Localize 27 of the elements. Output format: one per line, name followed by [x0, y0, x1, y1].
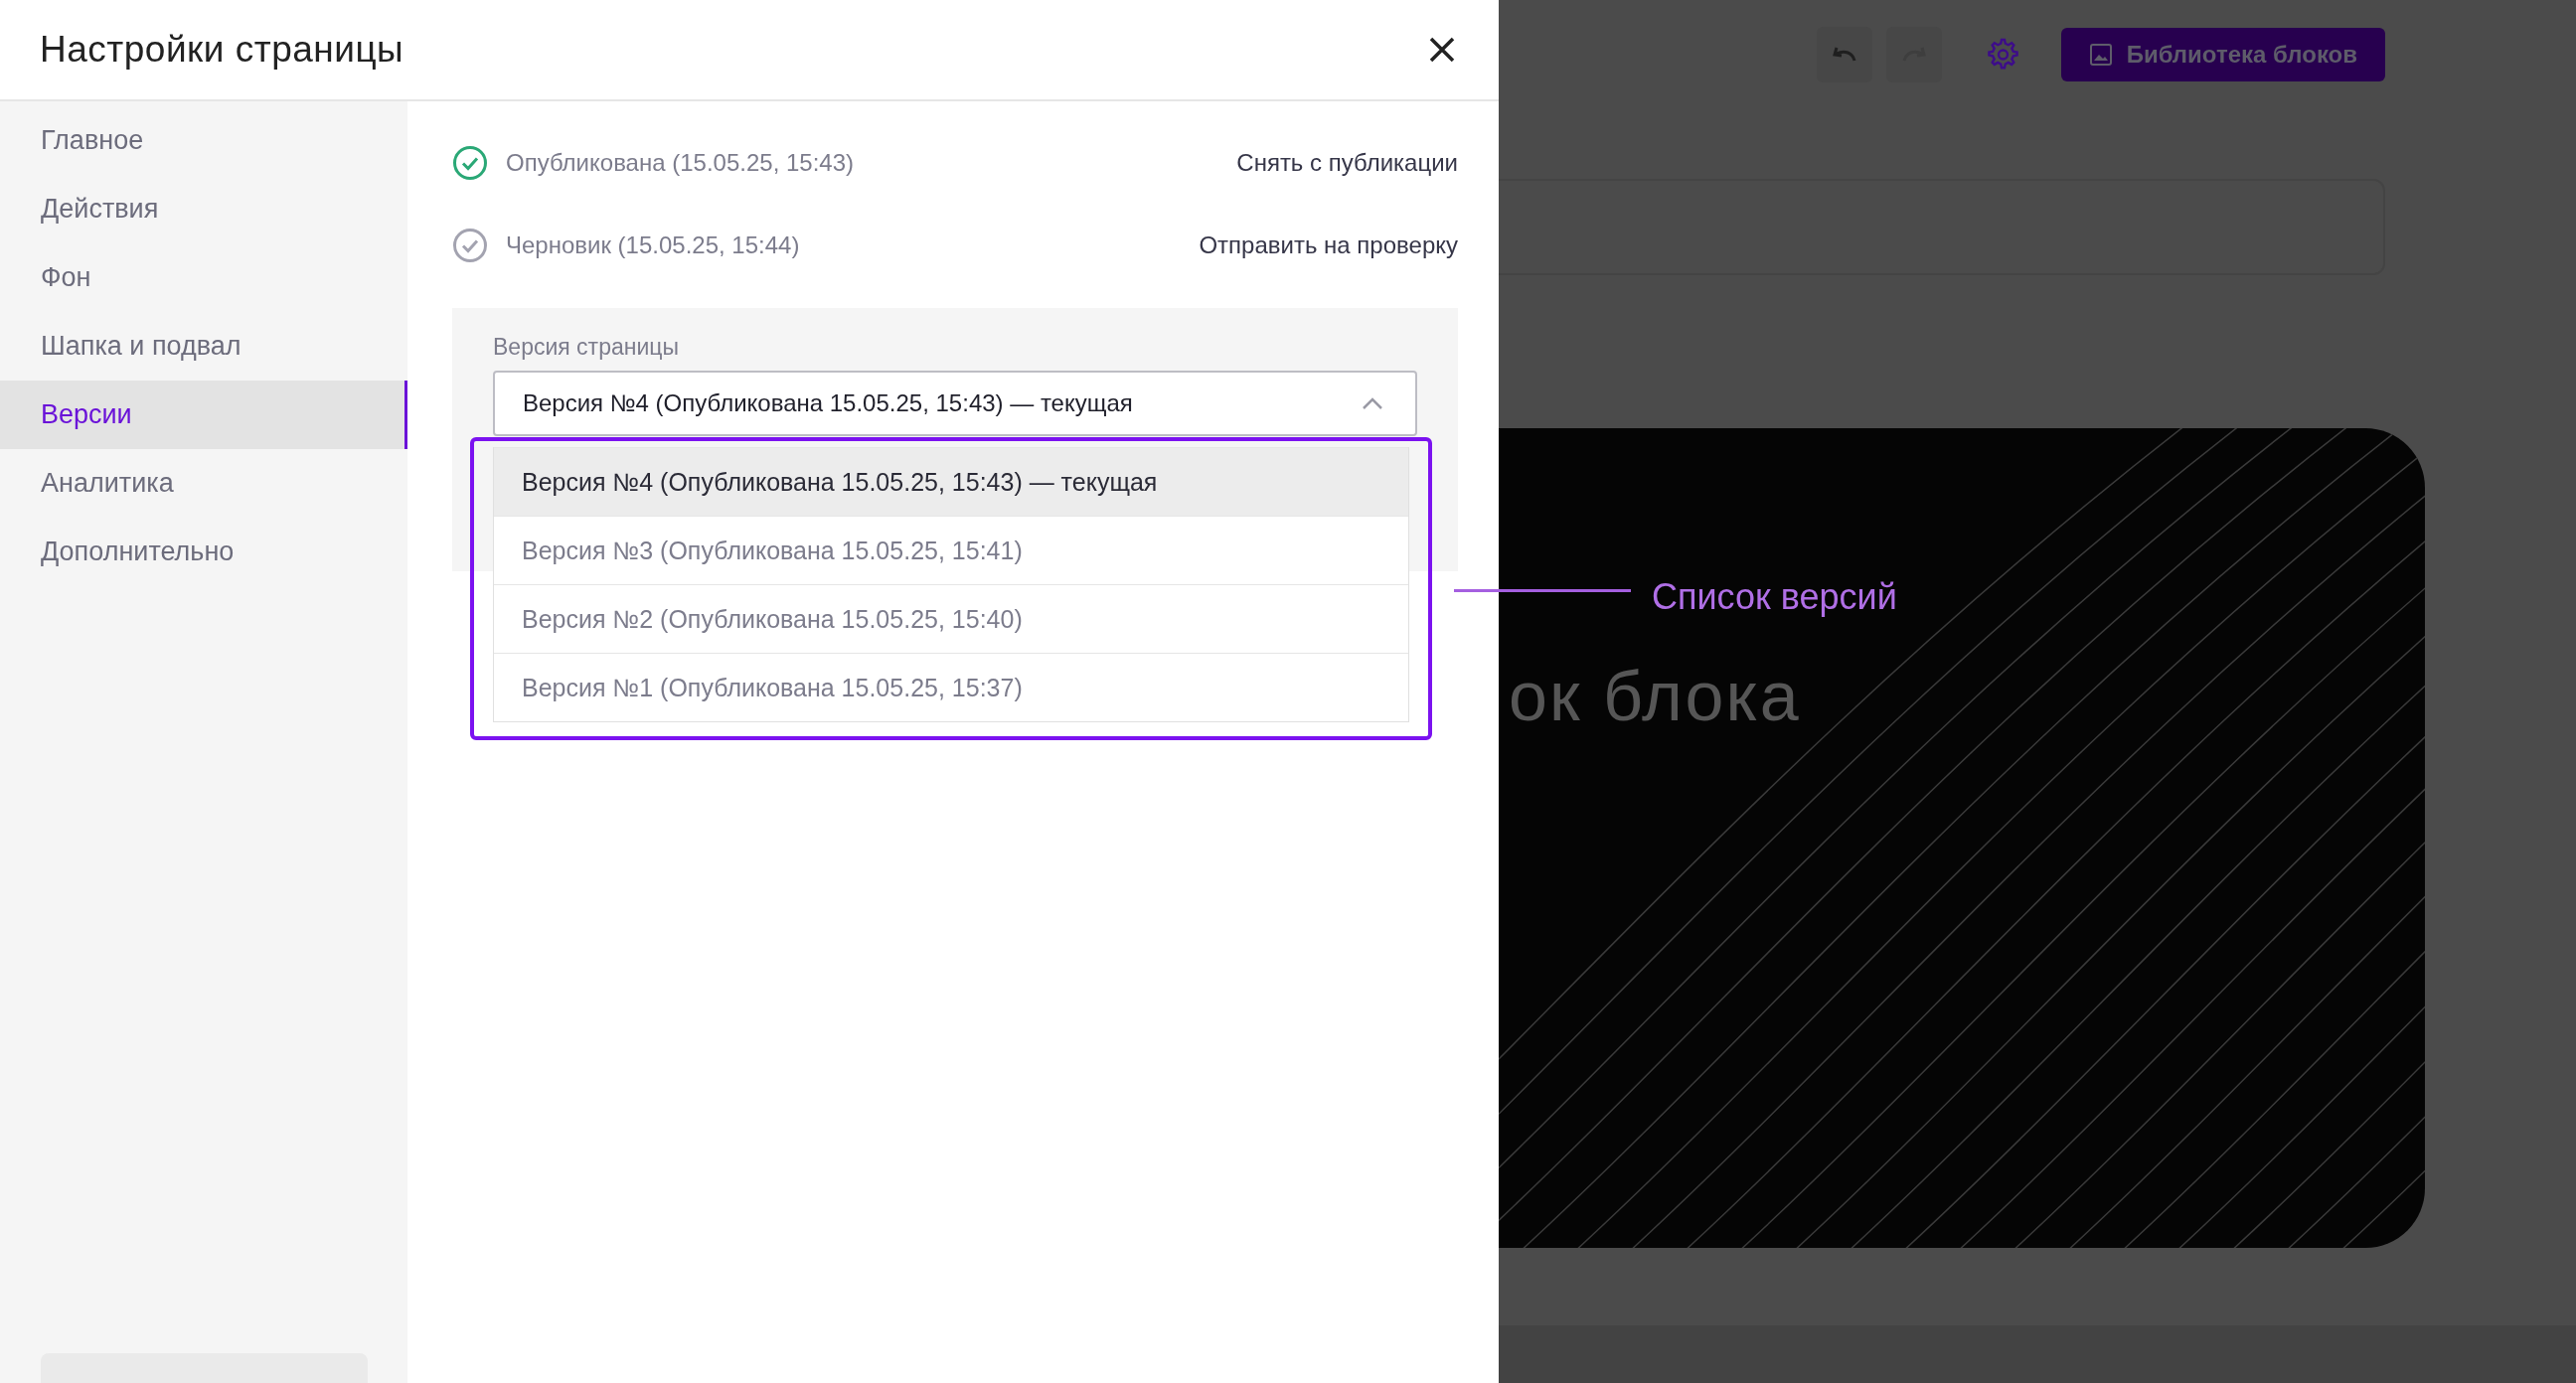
status-action-link[interactable]: Снять с публикации: [1236, 148, 1458, 177]
sidebar-item[interactable]: Дополнительно: [0, 518, 407, 586]
dialog-title: Настройки страницы: [40, 29, 404, 71]
version-option[interactable]: Версия №1 (Опубликована 15.05.25, 15:37): [494, 653, 1408, 721]
status-text: Опубликована (15.05.25, 15:43): [506, 148, 855, 177]
check-circle-icon: [452, 227, 488, 263]
sidebar-item[interactable]: Шапка и подвал: [0, 312, 407, 381]
version-option[interactable]: Версия №3 (Опубликована 15.05.25, 15:41): [494, 516, 1408, 584]
block-library-button[interactable]: Библиотека блоков: [2060, 28, 2385, 81]
sidebar-item[interactable]: Главное: [0, 106, 407, 175]
status-action-link[interactable]: Отправить на проверку: [1199, 230, 1458, 259]
status-text: Черновик (15.05.25, 15:44): [506, 230, 800, 259]
check-circle-icon: [452, 144, 488, 181]
version-option[interactable]: Версия №4 (Опубликована 15.05.25, 15:43) — текущая: [494, 447, 1408, 516]
image-icon: [2088, 43, 2113, 67]
input-field[interactable]: [1499, 179, 2385, 275]
sidebar-item[interactable]: Аналитика: [0, 449, 407, 518]
field-label: Версия страницы: [493, 334, 679, 361]
block-title: ок блока: [1509, 657, 1801, 736]
annotation-label: Список версий: [1652, 576, 1897, 618]
sidebar-item[interactable]: Действия: [0, 175, 407, 243]
sidebar-item[interactable]: Версии: [0, 381, 407, 449]
version-select[interactable]: Версия №4 (Опубликована 15.05.25, 15:43) — текущая: [493, 371, 1417, 436]
sidebar-item[interactable]: Фон: [0, 243, 407, 312]
undo-button[interactable]: [1816, 27, 1872, 82]
chevron-icon: [1362, 396, 1383, 410]
version-option[interactable]: Версия №2 (Опубликована 15.05.25, 15:40): [494, 584, 1408, 653]
